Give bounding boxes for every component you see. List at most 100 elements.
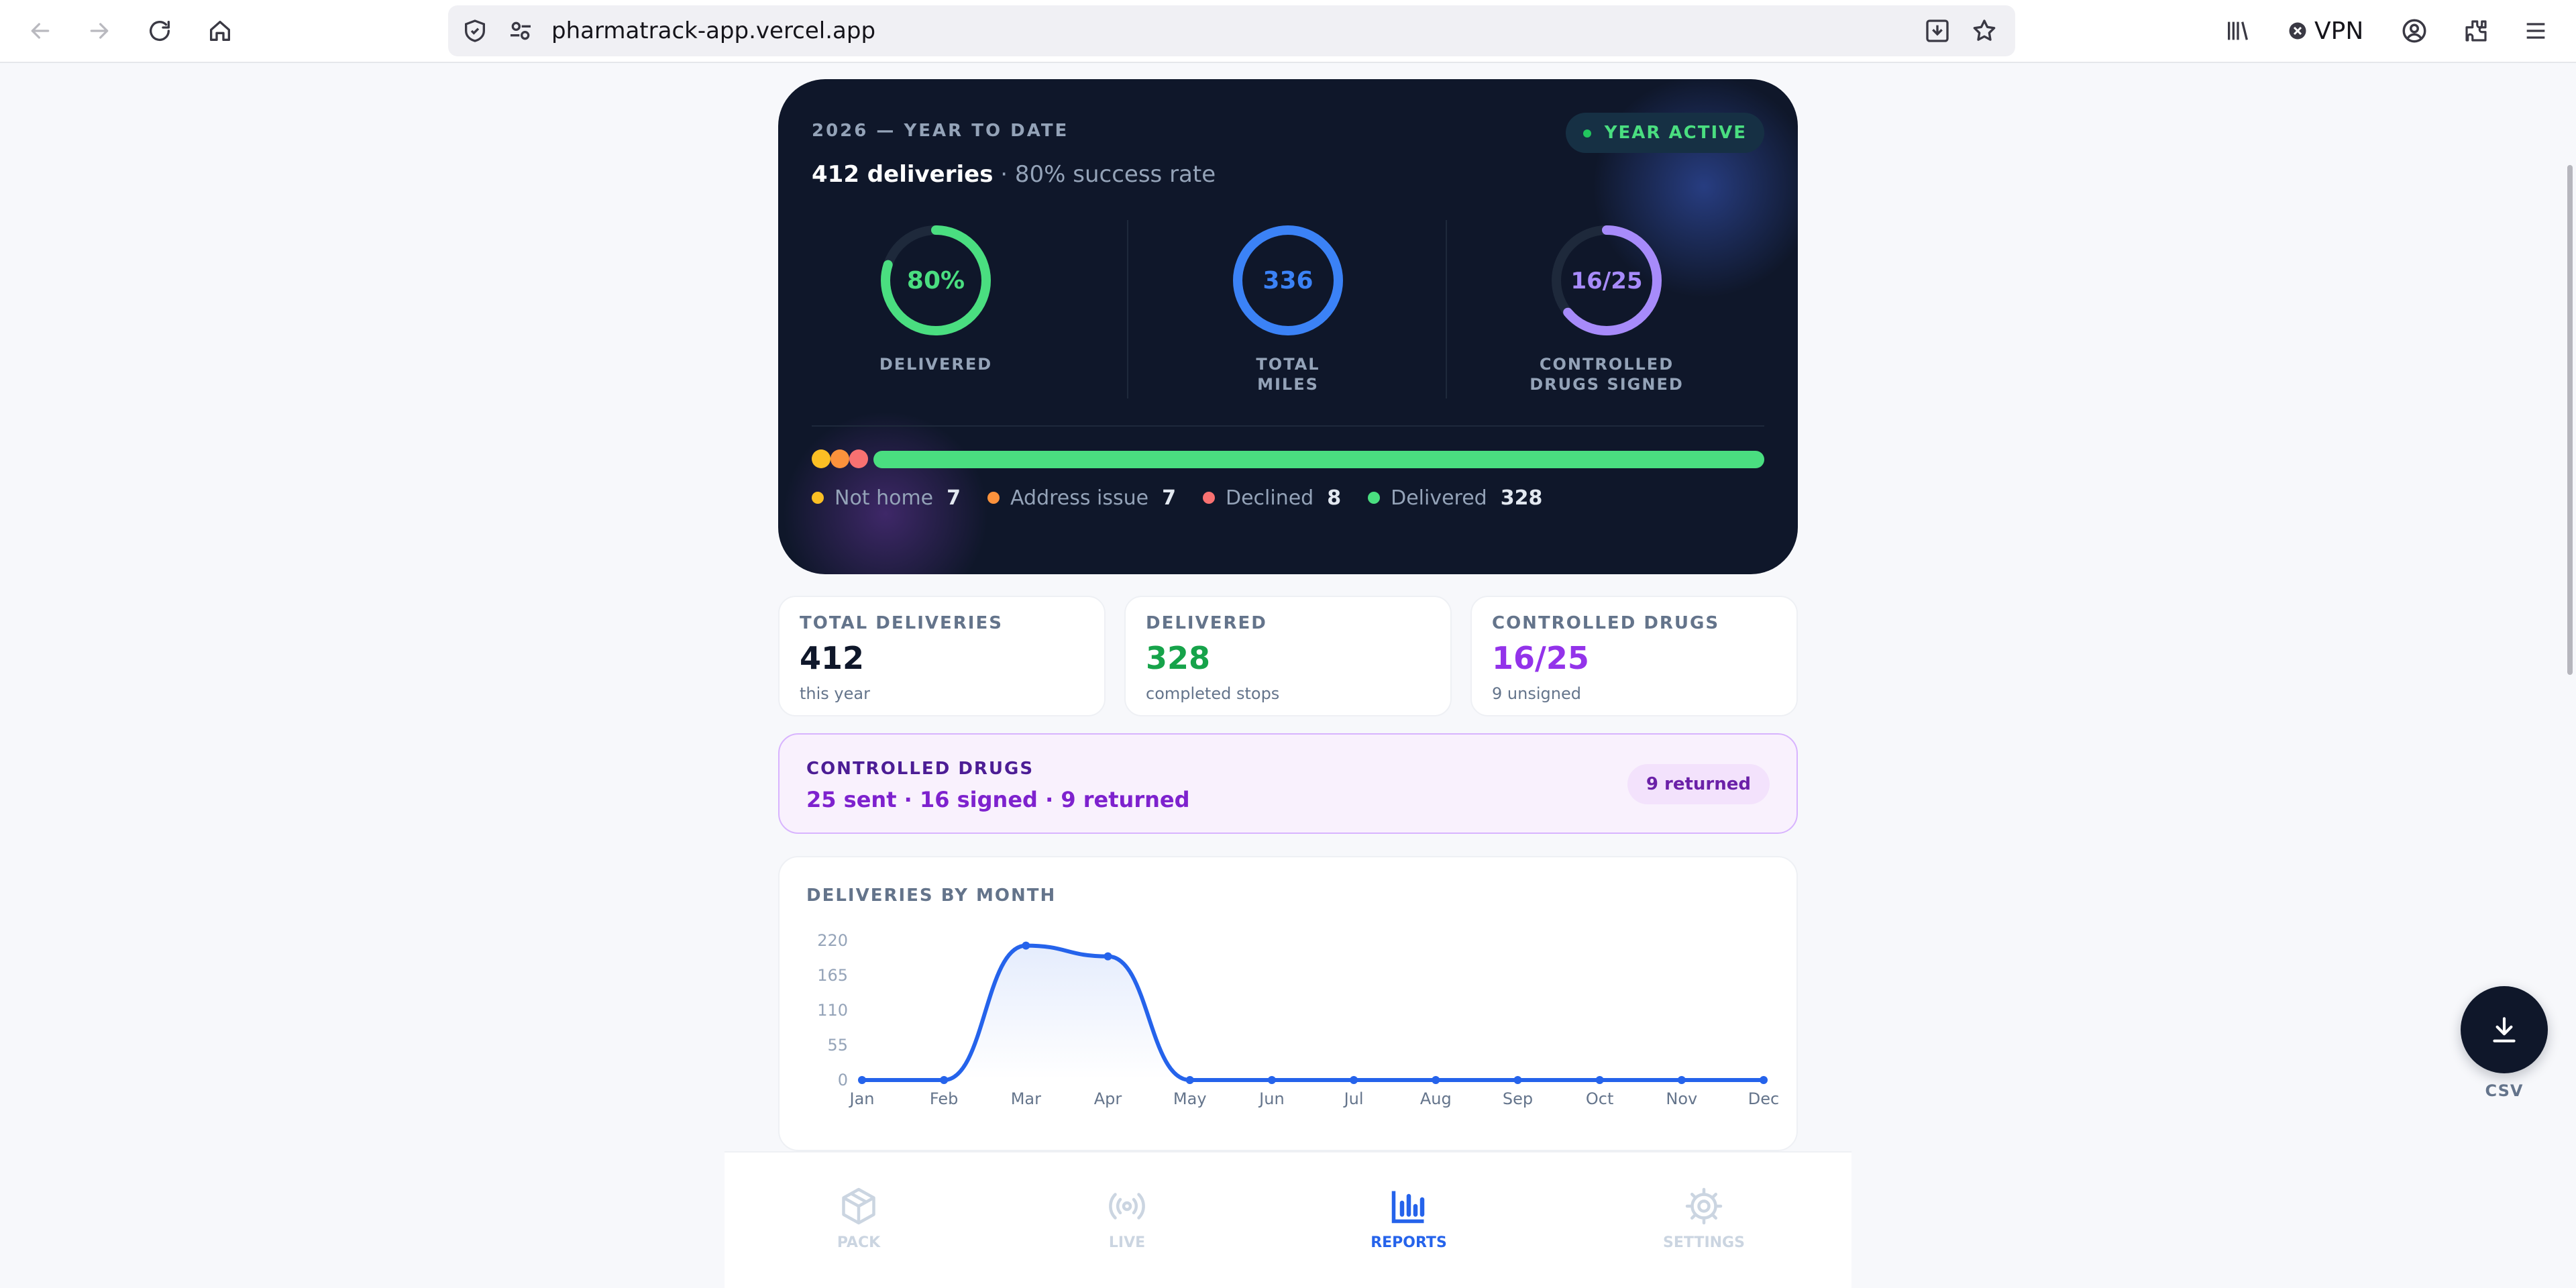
- vpn-off-icon: [2289, 22, 2306, 40]
- year-summary: 412 deliveries · 80% success rate: [812, 161, 1216, 188]
- year-status-badge: YEAR ACTIVE: [1565, 113, 1764, 153]
- legend-name: Not home: [835, 486, 934, 510]
- vpn-label: VPN: [2314, 17, 2364, 45]
- vpn-button[interactable]: VPN: [2288, 15, 2363, 47]
- stat-value: 328: [1146, 640, 1211, 676]
- arrow-left-icon: [31, 23, 50, 39]
- shield-icon[interactable]: [462, 17, 488, 44]
- legend-dot: [812, 492, 824, 504]
- reload-button[interactable]: [144, 15, 176, 47]
- csv-label: CSV: [2485, 1081, 2524, 1100]
- legend-value: 7: [1162, 486, 1176, 510]
- nav-label: PACK: [837, 1234, 881, 1251]
- status-dot: [1582, 129, 1591, 138]
- outcome-segment-address-issue: [830, 449, 849, 468]
- progress-ring: 336: [1233, 225, 1343, 335]
- ring-delivered: 80% DELIVERED: [778, 220, 1093, 374]
- banner-title: CONTROLLED DRUGS: [806, 759, 1034, 779]
- stat-title: CONTROLLED DRUGS: [1492, 613, 1720, 633]
- data-point[interactable]: [1760, 1076, 1768, 1084]
- nav-label: SETTINGS: [1663, 1234, 1745, 1251]
- home-button[interactable]: [204, 15, 236, 47]
- save-page-icon[interactable]: [1924, 17, 1951, 44]
- x-tick-label: Jun: [1258, 1089, 1285, 1108]
- download-icon: [2493, 1017, 2516, 1042]
- address-bar[interactable]: pharmatrack-app.vercel.app: [448, 5, 2015, 56]
- data-point[interactable]: [940, 1076, 949, 1084]
- legend-value: 7: [947, 486, 961, 510]
- nav-tab-pack[interactable]: PACK: [792, 1185, 926, 1251]
- csv-download-button[interactable]: [2461, 986, 2548, 1073]
- nav-tab-live[interactable]: LIVE: [1060, 1185, 1194, 1251]
- hamburger-menu-icon: [2526, 23, 2545, 39]
- data-point[interactable]: [1513, 1076, 1522, 1084]
- star-icon[interactable]: [1971, 17, 1998, 44]
- page-scrollbar[interactable]: [2567, 165, 2573, 675]
- library-icon: [2228, 21, 2248, 40]
- stat-value: 16/25: [1492, 640, 1589, 676]
- forward-button[interactable]: [83, 15, 115, 47]
- series-area: [862, 945, 1764, 1080]
- banner-summary: 25 sent · 16 signed · 9 returned: [806, 787, 1190, 812]
- data-point[interactable]: [1104, 952, 1112, 961]
- data-point[interactable]: [1022, 941, 1030, 950]
- y-tick-label: 0: [838, 1071, 848, 1089]
- year-summary-card: 2026 — YEAR TO DATE 412 deliveries · 80%…: [778, 79, 1798, 574]
- menu-button[interactable]: [2522, 15, 2549, 47]
- x-tick-label: Sep: [1503, 1089, 1533, 1108]
- data-point[interactable]: [1267, 1076, 1276, 1084]
- stat-title: TOTAL DELIVERIES: [800, 613, 1003, 633]
- divider: [1127, 220, 1128, 398]
- back-button[interactable]: [24, 15, 56, 47]
- ring-label: CONTROLLED DRUGS SIGNED: [1529, 355, 1684, 394]
- data-point[interactable]: [1432, 1076, 1440, 1084]
- data-point[interactable]: [1185, 1076, 1194, 1084]
- x-tick-label: Apr: [1094, 1089, 1122, 1108]
- data-point[interactable]: [1595, 1076, 1604, 1084]
- legend-item: Address issue 7: [987, 486, 1176, 510]
- legend-item: Declined 8: [1202, 486, 1342, 510]
- controlled-drugs-banner[interactable]: CONTROLLED DRUGS 25 sent · 16 signed · 9…: [778, 733, 1798, 834]
- returned-badge: 9 returned: [1627, 764, 1770, 804]
- outcome-segment-declined: [849, 449, 868, 468]
- bar-chart-icon: [1342, 1185, 1476, 1228]
- broadcast-icon: [1060, 1185, 1194, 1228]
- x-tick-label: Feb: [930, 1089, 959, 1108]
- progress-ring: 80%: [881, 225, 991, 335]
- ring-value: 336: [1263, 267, 1313, 294]
- nav-label: REPORTS: [1371, 1234, 1447, 1251]
- outcome-segment-delivered: [873, 451, 1764, 468]
- site-permissions-icon[interactable]: [507, 17, 534, 44]
- url-text[interactable]: pharmatrack-app.vercel.app: [551, 17, 875, 44]
- legend-dot: [987, 492, 1000, 504]
- deliveries-by-month-chart: DELIVERIES BY MONTH 0 55 110 165 220 Jan Feb Ma…: [778, 856, 1798, 1151]
- account-button[interactable]: [2400, 15, 2428, 47]
- data-point[interactable]: [1677, 1076, 1686, 1084]
- y-tick-label: 165: [817, 966, 848, 985]
- legend-value: 8: [1327, 486, 1342, 510]
- stat-card-total-deliveries: TOTAL DELIVERIES 412 this year: [778, 596, 1106, 716]
- year-status-label: YEAR ACTIVE: [1604, 123, 1747, 143]
- stat-card-controlled-drugs: CONTROLLED DRUGS 16/25 9 unsigned: [1470, 596, 1798, 716]
- legend-value: 328: [1500, 486, 1543, 510]
- year-eyebrow: 2026 — YEAR TO DATE: [812, 121, 1069, 141]
- ring-controlled-drugs: 16/25 CONTROLLED DRUGS SIGNED: [1449, 220, 1764, 394]
- data-point[interactable]: [858, 1076, 866, 1084]
- ring-total-miles: 336 TOTAL MILES: [1130, 220, 1446, 394]
- data-point[interactable]: [1350, 1076, 1358, 1084]
- library-button[interactable]: [2224, 15, 2251, 47]
- legend-name: Declined: [1225, 486, 1314, 510]
- legend-dot: [1202, 492, 1215, 504]
- nav-tab-settings[interactable]: SETTINGS: [1637, 1185, 1771, 1251]
- bottom-navigation: PACK LIVE REPORTS SETTINGS: [724, 1151, 1851, 1288]
- extensions-button[interactable]: [2462, 15, 2490, 47]
- ring-value: 80%: [907, 267, 965, 294]
- divider: [1446, 220, 1447, 398]
- stat-subtitle: 9 unsigned: [1492, 684, 1581, 703]
- x-tick-label: May: [1173, 1089, 1207, 1108]
- outcome-segment-not-home: [812, 449, 830, 468]
- nav-tab-reports[interactable]: REPORTS: [1342, 1185, 1476, 1251]
- outcome-bar: [812, 449, 1764, 470]
- x-tick-label: Jan: [849, 1089, 875, 1108]
- puzzle-icon: [2465, 20, 2487, 42]
